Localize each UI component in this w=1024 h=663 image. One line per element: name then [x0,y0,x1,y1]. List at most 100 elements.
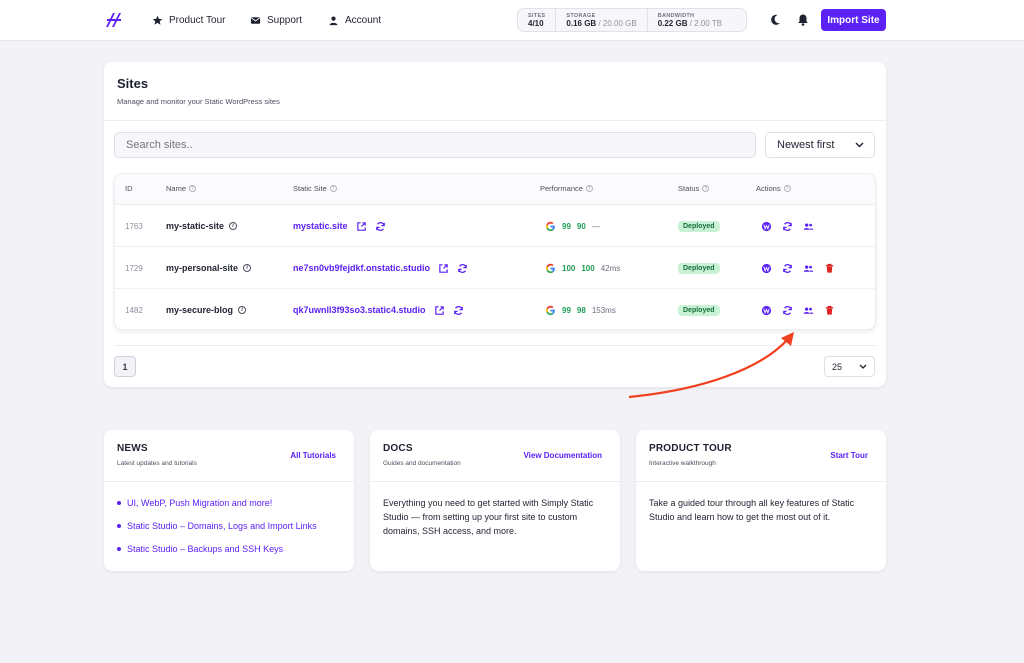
performance: 100 100 42ms [545,247,620,289]
sync-icon[interactable] [782,263,793,274]
chevron-down-icon [859,364,867,369]
info-icon[interactable]: i [243,264,252,272]
start-tour-link[interactable]: Start Tour [830,451,868,460]
actions [761,205,814,247]
static-site: mystatic.site [293,205,386,247]
column-performance: Performance? [540,184,593,193]
user-icon [329,16,338,26]
all-tutorials-link[interactable]: All Tutorials [290,451,336,460]
docs-subtitle: Guides and documentation [383,460,461,467]
sites-divider [104,120,886,121]
sort-value: Newest first [777,139,835,151]
sites-table: ID Name? Static Site? Performance? Statu… [114,173,876,330]
google-icon [545,305,555,315]
usage-summary: SITES 4/10 STORAGE 0.16 GB / 20.00 GB BA… [517,8,747,32]
users-icon[interactable] [803,263,814,274]
actions [761,247,835,289]
static-site-link[interactable]: mystatic.site [293,221,348,231]
nav-support[interactable]: Support [250,13,302,28]
help-icon[interactable]: ? [783,185,791,192]
static-site: qk7uwnll3f93so3.static4.studio [293,289,464,331]
nav-account[interactable]: Account [328,13,381,28]
usage-storage-used: 0.16 GB [566,18,597,28]
annotation-arrow [628,332,794,399]
perf-score-mobile: 100 [562,263,576,273]
nav-product-tour[interactable]: Product Tour [152,13,226,28]
info-icon[interactable]: i [229,222,238,230]
users-icon[interactable] [803,305,814,316]
static-site-link[interactable]: ne7sn0vb9fejdkf.onstatic.studio [293,263,430,273]
news-item[interactable]: Static Studio – Domains, Logs and Import… [117,521,317,531]
usage-bandwidth-total: / 2.00 TB [689,18,723,28]
sync-icon[interactable] [457,263,468,274]
google-icon [545,263,555,273]
column-static-site: Static Site? [293,184,337,193]
sync-icon[interactable] [782,305,793,316]
news-item-label: Static Studio – Backups and SSH Keys [127,544,284,554]
static-site-link[interactable]: qk7uwnll3f93so3.static4.studio [293,305,426,315]
column-id: ID [125,184,133,193]
top-nav: Product Tour Support Account SITES 4/10 … [0,0,1024,41]
external-link-icon[interactable] [434,305,445,316]
product-tour-card: PRODUCT TOUR Interactive walkthrough Sta… [636,430,886,571]
table-row: 1763 my-static-site i mystatic.site 99 90… [115,205,875,247]
help-icon[interactable]: ? [702,185,710,192]
news-list: UI, WebP, Push Migration and more! Stati… [117,498,317,567]
news-item[interactable]: UI, WebP, Push Migration and more! [117,498,317,508]
perf-time: 153ms [591,305,616,315]
column-performance-label: Performance [540,184,583,193]
sync-icon[interactable] [782,221,793,232]
users-icon[interactable] [803,221,814,232]
logo-icon[interactable] [104,11,124,29]
import-site-button[interactable]: Import Site [821,9,886,31]
column-id-label: ID [125,184,133,193]
nav-account-label: Account [345,15,382,26]
per-page-value: 25 [832,361,843,372]
site-name: my-static-site i [166,205,238,247]
wordpress-icon[interactable] [761,263,772,274]
tour-subtitle: Interactive walkthrough [649,460,716,467]
news-item-label: UI, WebP, Push Migration and more! [127,498,273,508]
static-site: ne7sn0vb9fejdkf.onstatic.studio [293,247,468,289]
sort-select[interactable]: Newest first [765,132,875,158]
performance: 99 90 — [545,205,600,247]
trash-icon[interactable] [824,263,835,274]
external-link-icon[interactable] [438,263,449,274]
tour-title: PRODUCT TOUR [649,443,732,454]
moon-icon[interactable] [768,13,782,27]
column-actions: Actions? [756,184,791,193]
usage-bandwidth: BANDWIDTH 0.22 GB / 2.00 TB [648,9,732,31]
per-page-select[interactable]: 25 [824,356,875,377]
usage-sites: SITES 4/10 [518,9,557,31]
news-title: NEWS [117,443,148,454]
help-icon[interactable]: ? [585,185,593,192]
docs-header: DOCS Guides and documentation View Docum… [370,430,620,482]
news-item[interactable]: Static Studio – Backups and SSH Keys [117,544,317,554]
external-link-icon[interactable] [356,221,367,232]
info-icon[interactable]: i [238,306,247,314]
sites-title: Sites [117,76,149,91]
perf-score-mobile: 99 [562,305,571,315]
column-actions-label: Actions [756,184,781,193]
wordpress-icon[interactable] [761,221,772,232]
status: Deployed [678,247,720,289]
google-icon [545,221,555,231]
bell-icon[interactable] [796,13,810,27]
page-button[interactable]: 1 [114,356,136,377]
nav-support-label: Support [267,15,303,26]
sync-icon[interactable] [375,221,386,232]
trash-icon[interactable] [824,305,835,316]
perf-score-desktop: 100 [581,263,595,273]
help-icon[interactable]: ? [329,185,337,192]
site-name: my-personal-site i [166,247,252,289]
help-icon[interactable]: ? [189,185,197,192]
wordpress-icon[interactable] [761,305,772,316]
site-id: 1482 [125,305,143,315]
view-documentation-link[interactable]: View Documentation [523,451,602,460]
site-id: 1763 [125,221,143,231]
status-badge: Deployed [678,304,720,316]
site-name-label: my-secure-blog [166,305,234,315]
search-input[interactable] [114,132,756,158]
docs-card: DOCS Guides and documentation View Docum… [370,430,620,571]
sync-icon[interactable] [453,305,464,316]
